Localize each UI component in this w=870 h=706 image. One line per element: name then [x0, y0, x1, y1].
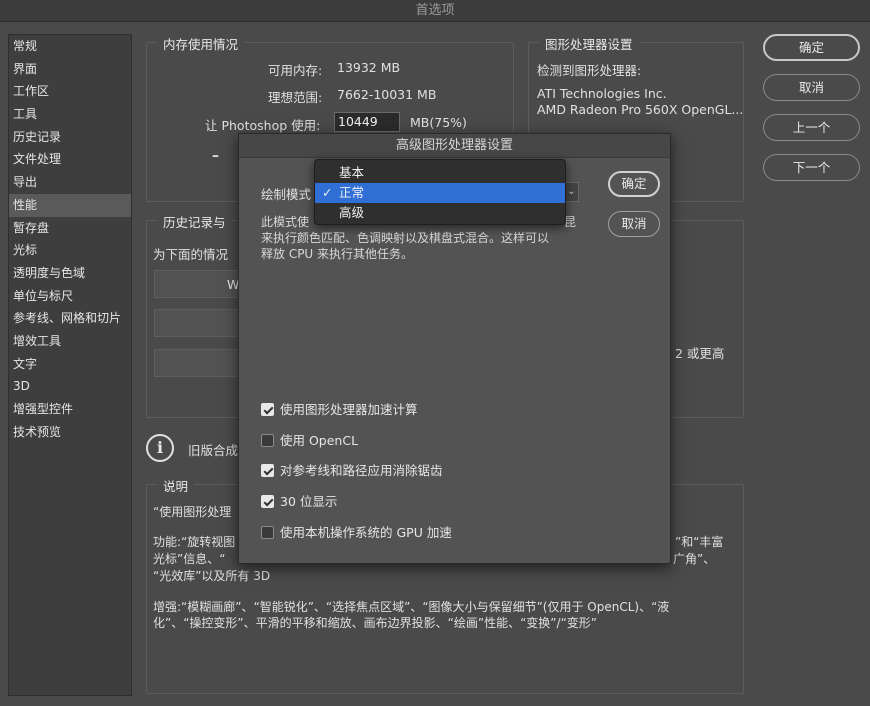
info-icon: i — [146, 434, 174, 462]
drawing-mode-menu[interactable]: 基本 ✓ 正常 高级 — [314, 159, 566, 225]
option-30-bit-display-label: 30 位显示 — [280, 494, 338, 509]
prev-button[interactable]: 上一个 — [763, 114, 860, 141]
sidebar-item-type[interactable]: 文字 — [9, 353, 131, 376]
sidebar-item-general[interactable]: 常规 — [9, 35, 131, 58]
checkbox-gpu-compute[interactable] — [261, 403, 274, 416]
history-subtitle: 为下面的情况 — [153, 247, 229, 262]
memory-usage-title: 内存使用情况 — [157, 34, 245, 53]
sidebar-item-scratch-disks[interactable]: 暂存盘 — [9, 217, 131, 240]
gpu-vendor: ATI Technologies Inc. — [537, 86, 667, 101]
explanation-line-4: “光效库”以及所有 3D — [153, 569, 271, 583]
menu-item-normal[interactable]: ✓ 正常 — [315, 183, 565, 203]
sidebar-item-cursors[interactable]: 光标 — [9, 239, 131, 262]
menu-item-advanced-label: 高级 — [339, 205, 365, 220]
dialog-cancel-button[interactable]: 取消 — [608, 211, 660, 237]
gpu-model: AMD Radeon Pro 560X OpenGL... — [537, 102, 744, 117]
option-opencl[interactable]: 使用 OpenCL — [261, 431, 358, 451]
memory-amount-input[interactable]: 10449 — [334, 112, 400, 132]
sidebar-item-workspace[interactable]: 工作区 — [9, 80, 131, 103]
gpu-settings-title: 图形处理器设置 — [539, 34, 639, 53]
menu-item-normal-label: 正常 — [339, 185, 365, 200]
sidebar: 常规 界面 工作区 工具 历史记录 文件处理 导出 性能 暂存盘 光标 透明度与… — [8, 34, 132, 696]
explanation-line-2-start: 功能:“旋转视图 — [153, 535, 236, 549]
cache-preset-button-huge[interactable] — [154, 349, 244, 377]
cancel-button[interactable]: 取消 — [763, 74, 860, 101]
mode-description-line-3: 释放 CPU 来执行其他任务。 — [261, 247, 414, 261]
explanation-line-3-start: 光标”信息、“ — [153, 552, 226, 566]
sidebar-item-guides-grid-slices[interactable]: 参考线、网格和切片 — [9, 307, 131, 330]
sidebar-item-interface[interactable]: 界面 — [9, 58, 131, 81]
option-native-gpu[interactable]: 使用本机操作系统的 GPU 加速 — [261, 523, 452, 543]
menu-item-basic[interactable]: 基本 — [315, 163, 565, 183]
sidebar-item-export[interactable]: 导出 — [9, 171, 131, 194]
option-opencl-label: 使用 OpenCL — [280, 433, 359, 448]
explanation-line-5: 增强:“模糊画廊”、“智能锐化”、“选择焦点区域”、“图像大小与保留细节”(仅用… — [153, 600, 670, 614]
sidebar-item-units-rulers[interactable]: 单位与标尺 — [9, 285, 131, 308]
cache-levels-fragment: 2 或更高 — [675, 346, 725, 361]
dialog-ok-button[interactable]: 确定 — [608, 171, 660, 197]
checkmark-icon: ✓ — [322, 185, 333, 200]
option-antialias-guides-label: 对参考线和路径应用消除锯齿 — [280, 463, 443, 478]
sidebar-item-tech-previews[interactable]: 技术预览 — [9, 421, 131, 444]
next-button[interactable]: 下一个 — [763, 154, 860, 181]
dialog-title: 高级图形处理器设置 — [239, 134, 670, 158]
sidebar-item-transparency-gamut[interactable]: 透明度与色域 — [9, 262, 131, 285]
ideal-range-label: 理想范围: — [268, 90, 323, 105]
legacy-compositing-text: 旧版合成 — [188, 443, 239, 458]
option-native-gpu-label: 使用本机操作系统的 GPU 加速 — [280, 525, 452, 540]
available-memory-value: 13932 MB — [337, 60, 401, 75]
memory-unit-percent: MB(75%) — [410, 115, 467, 130]
option-gpu-compute-label: 使用图形处理器加速计算 — [280, 402, 418, 417]
history-cache-title: 历史记录与 — [157, 212, 232, 231]
menu-item-basic-label: 基本 — [339, 165, 365, 180]
sidebar-item-tools[interactable]: 工具 — [9, 103, 131, 126]
cache-preset-button-web[interactable]: W — [154, 270, 244, 298]
option-30-bit-display[interactable]: 30 位显示 — [261, 492, 337, 512]
option-gpu-compute[interactable]: 使用图形处理器加速计算 — [261, 400, 418, 420]
sidebar-item-performance[interactable]: 性能 — [9, 193, 131, 217]
sidebar-item-3d[interactable]: 3D — [9, 375, 131, 398]
checkbox-antialias-guides[interactable] — [261, 464, 274, 477]
explanation-line-3-end: 广角”、 — [673, 552, 716, 566]
menu-item-advanced[interactable]: 高级 — [315, 203, 565, 223]
sidebar-item-plugins[interactable]: 增效工具 — [9, 330, 131, 353]
drawing-mode-label: 绘制模式 — [261, 187, 312, 202]
mode-description-line-1: 此模式使 — [261, 215, 310, 229]
explanation-line-1: “使用图形处理 — [153, 505, 232, 519]
option-antialias-guides[interactable]: 对参考线和路径应用消除锯齿 — [261, 461, 443, 481]
window-title: 首选项 — [0, 0, 870, 22]
explanation-title: 说明 — [157, 476, 195, 495]
sidebar-item-enhanced-controls[interactable]: 增强型控件 — [9, 398, 131, 421]
explanation-line-2-end: ”和“丰富 — [675, 535, 724, 549]
ideal-range-value: 7662-10031 MB — [337, 87, 437, 102]
checkbox-native-gpu[interactable] — [261, 526, 274, 539]
explanation-line-6: 化”、“操控变形”、平滑的平移和缩放、画布边界投影、“绘画”性能、“变换”/“变… — [153, 616, 597, 630]
gpu-detected-label: 检测到图形处理器: — [537, 63, 642, 78]
checkbox-opencl[interactable] — [261, 434, 274, 447]
sidebar-item-file-handling[interactable]: 文件处理 — [9, 148, 131, 171]
cache-preset-button-default[interactable] — [154, 309, 244, 337]
available-memory-label: 可用内存: — [268, 63, 323, 78]
ok-button[interactable]: 确定 — [763, 34, 860, 61]
memory-slider-minus[interactable]: – — [212, 148, 219, 164]
sidebar-item-history[interactable]: 历史记录 — [9, 126, 131, 149]
mode-description-line-2: 来执行颜色匹配、色调映射以及棋盘式混合。这样可以 — [261, 231, 550, 245]
checkbox-30-bit-display[interactable] — [261, 495, 274, 508]
chevron-down-icon[interactable]: ⌄ — [565, 182, 579, 202]
let-photoshop-use-label: 让 Photoshop 使用: — [205, 118, 321, 133]
